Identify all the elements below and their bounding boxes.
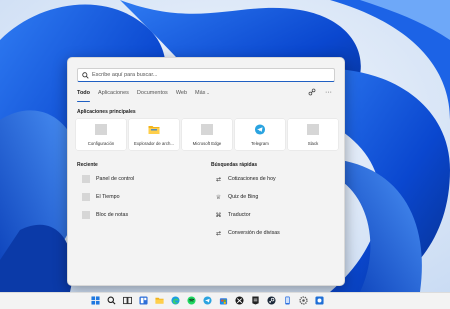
- edge-icon[interactable]: [171, 296, 180, 305]
- search-box[interactable]: [77, 68, 335, 82]
- steam-icon[interactable]: [267, 296, 276, 305]
- telegram-icon: [254, 124, 266, 135]
- app-label: Slack: [307, 141, 319, 146]
- gray-placeholder-icon: [95, 124, 107, 135]
- quick-item-quiz-de-bing[interactable]: ♕ Quiz de Bing: [214, 188, 280, 206]
- list-item-label: Cotizaciones de hoy: [228, 176, 276, 182]
- settings-icon[interactable]: [299, 296, 308, 305]
- app-label: Explorador de arch...: [134, 141, 174, 146]
- list-item-label: Traductor: [228, 212, 251, 218]
- folder-icon: [148, 126, 160, 134]
- gray-placeholder-icon: [201, 124, 213, 135]
- app-placeholder-icon: [82, 193, 90, 201]
- quick-searches-title: Búsquedas rápidas: [211, 162, 258, 168]
- app-label: Configuración: [87, 141, 115, 146]
- top-apps-title: Aplicaciones principales: [77, 109, 136, 115]
- more-icon[interactable]: ···: [325, 88, 332, 98]
- trophy-icon: ♕: [215, 194, 222, 201]
- app-label: Microsoft Edge: [192, 141, 222, 146]
- search-tabs: Todo Aplicaciones Documentos Web Más⌄: [77, 90, 218, 102]
- search-icon: [82, 71, 89, 79]
- tab-web[interactable]: Web: [176, 90, 187, 100]
- quick-item-cotizaciones[interactable]: ⇄ Cotizaciones de hoy: [214, 170, 280, 188]
- file-explorer-icon[interactable]: [155, 296, 164, 305]
- list-item-label: Bloc de notas: [96, 212, 129, 218]
- tab-mas[interactable]: Más⌄: [195, 90, 210, 100]
- quick-item-conversion-divisas[interactable]: ⇄ Conversión de divisas: [214, 224, 280, 242]
- tab-mas-label: Más: [195, 90, 206, 96]
- taskbar: [0, 292, 450, 309]
- epic-games-icon[interactable]: [251, 296, 260, 305]
- chevron-down-icon: ⌄: [206, 90, 210, 95]
- recent-item-panel-de-control[interactable]: Panel de control: [82, 170, 134, 188]
- task-view-icon[interactable]: [123, 296, 132, 305]
- app-label: Telegram: [251, 141, 269, 146]
- search-panel: Todo Aplicaciones Documentos Web Más⌄ ··…: [67, 57, 345, 286]
- tab-documentos[interactable]: Documentos: [137, 90, 168, 100]
- search-input[interactable]: [92, 72, 322, 78]
- list-item-label: El Tiempo: [96, 194, 120, 200]
- quick-searches-list: ⇄ Cotizaciones de hoy ♕ Quiz de Bing ⌘ T…: [214, 170, 280, 242]
- search-icon[interactable]: [107, 296, 116, 305]
- top-apps-list: Configuración Explorador de arch... Micr…: [76, 119, 338, 150]
- widgets-icon[interactable]: [139, 296, 148, 305]
- share-icon[interactable]: [308, 88, 316, 96]
- exchange-icon: ⇄: [215, 230, 222, 237]
- quick-item-traductor[interactable]: ⌘ Traductor: [214, 206, 280, 224]
- gray-placeholder-icon: [307, 124, 319, 135]
- list-item-label: Conversión de divisas: [228, 230, 280, 236]
- exchange-icon: ⇄: [215, 176, 222, 183]
- app-tile-edge[interactable]: Microsoft Edge: [182, 119, 232, 150]
- xbox-icon[interactable]: [235, 296, 244, 305]
- app-tile-explorador[interactable]: Explorador de arch...: [129, 119, 179, 150]
- windows-start-icon[interactable]: [91, 296, 100, 305]
- app-icon[interactable]: [315, 296, 324, 305]
- list-item-label: Quiz de Bing: [228, 194, 259, 200]
- translate-icon: ⌘: [215, 212, 222, 219]
- app-tile-telegram[interactable]: Telegram: [235, 119, 285, 150]
- spotify-icon[interactable]: [187, 296, 196, 305]
- recent-item-bloc-de-notas[interactable]: Bloc de notas: [82, 206, 134, 224]
- recent-item-el-tiempo[interactable]: El Tiempo: [82, 188, 134, 206]
- phone-link-icon[interactable]: [283, 296, 292, 305]
- tab-todo[interactable]: Todo: [77, 90, 91, 102]
- app-tile-slack[interactable]: Slack: [288, 119, 338, 150]
- app-placeholder-icon: [82, 211, 90, 219]
- app-tile-configuracion[interactable]: Configuración: [76, 119, 126, 150]
- recent-title: Reciente: [77, 162, 98, 168]
- recent-list: Panel de control El Tiempo Bloc de notas: [82, 170, 134, 224]
- tab-aplicaciones[interactable]: Aplicaciones: [98, 90, 129, 100]
- store-icon[interactable]: [219, 296, 228, 305]
- telegram-icon[interactable]: [203, 296, 212, 305]
- list-item-label: Panel de control: [96, 176, 135, 182]
- app-placeholder-icon: [82, 175, 90, 183]
